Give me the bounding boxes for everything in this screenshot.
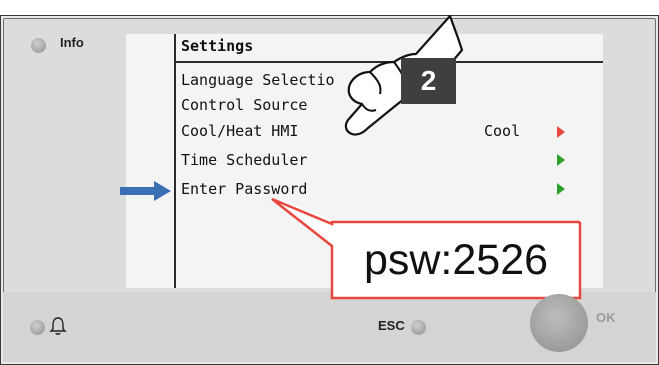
ok-label: OK bbox=[596, 310, 616, 325]
bell-icon bbox=[49, 317, 67, 335]
alarm-button[interactable] bbox=[30, 320, 45, 335]
password-callout-text: psw:2526 bbox=[363, 235, 549, 284]
esc-label: ESC bbox=[378, 318, 405, 333]
esc-button[interactable] bbox=[411, 320, 426, 335]
ok-knob[interactable] bbox=[530, 294, 588, 352]
